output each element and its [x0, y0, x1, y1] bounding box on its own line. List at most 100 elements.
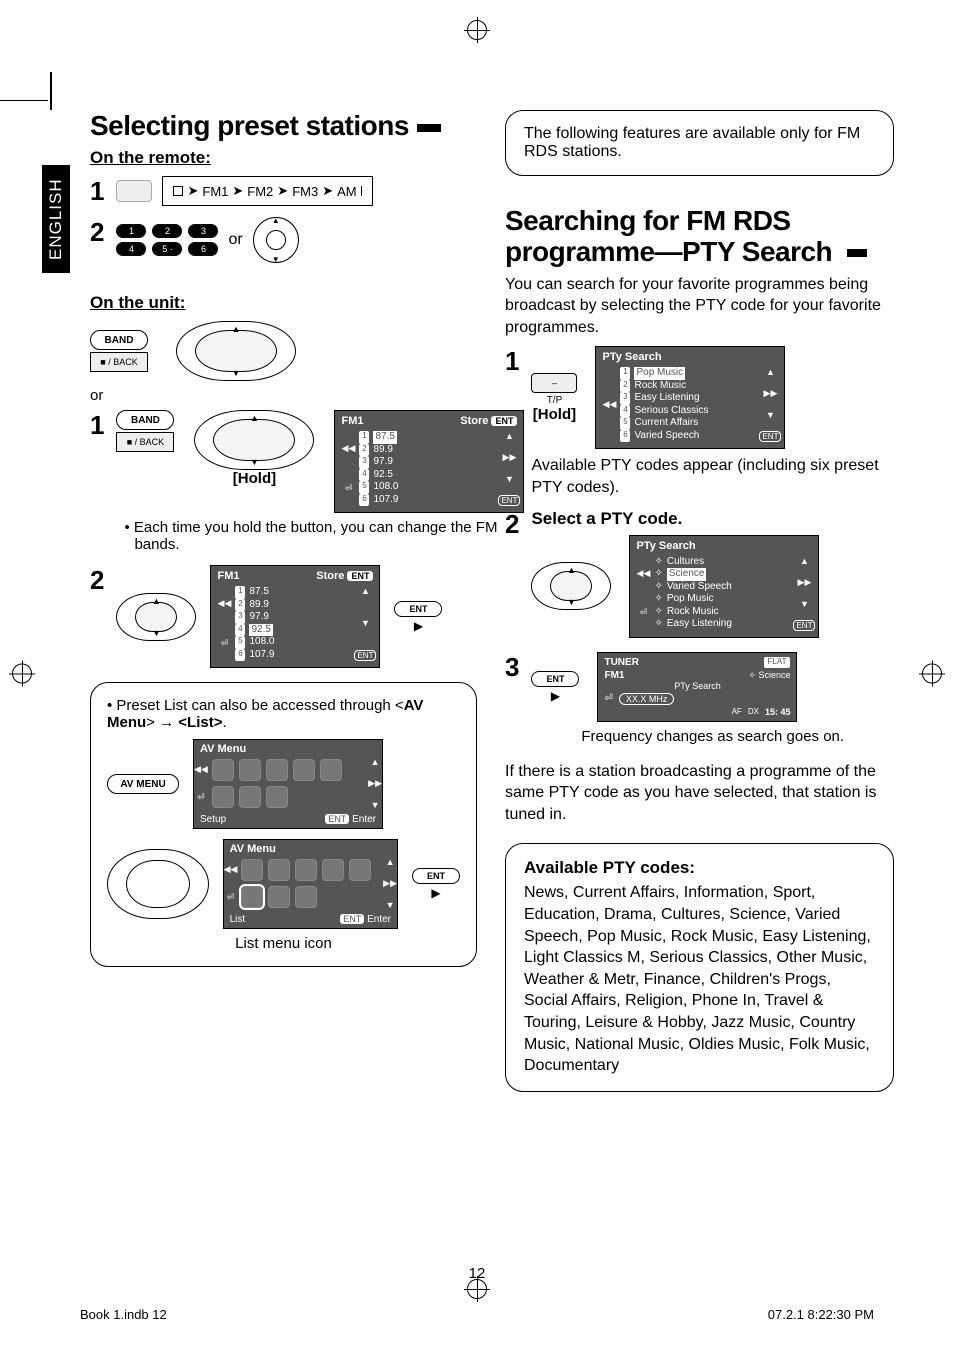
hold-label: [Hold] [194, 470, 314, 487]
af-tag: AF [732, 707, 742, 716]
band-label: FM3 [292, 184, 318, 199]
arrow-right-icon: ➤ [187, 183, 198, 199]
band-label: FM2 [247, 184, 273, 199]
ent-small: ENT [793, 620, 815, 631]
pty-code: Serious Classics [634, 405, 708, 418]
crop-mark-right-icon [922, 664, 942, 689]
pty-code: Science [667, 568, 707, 581]
band-button: BAND [90, 330, 148, 350]
pty-code: Pop Music [634, 367, 685, 380]
play-icon: ▶ [551, 689, 560, 703]
menu-icon [293, 759, 315, 781]
pty-box-title: Available PTY codes: [524, 858, 875, 878]
freq-item: 108.0 [373, 481, 398, 494]
corner-mark-h-icon [0, 100, 48, 101]
back-icon: ⏎ [345, 483, 353, 494]
jog-control-icon: ▲▼ [194, 410, 314, 470]
page-number: 12 [469, 1265, 486, 1282]
menu-icon [212, 759, 234, 781]
section-title: Searching for FM RDS programme—PTY Searc… [505, 206, 894, 268]
keypad-4: 4 [116, 242, 146, 256]
jog-control-icon [107, 849, 209, 919]
pty-code: Easy Listening [667, 618, 732, 631]
step2-title: Select a PTY code. [531, 509, 894, 529]
pty-code: Rock Music [634, 380, 686, 393]
step-number: 3 [505, 652, 519, 683]
menu-icon [322, 859, 344, 881]
list-menu-caption: List menu icon [107, 935, 460, 952]
tp-button: – [531, 373, 577, 393]
jog-control-icon: ▲▼ [116, 593, 196, 641]
av-menu-screen: AV Menu ◀◀⏎ ▲▶▶▼ SetupENT Enter [193, 739, 383, 829]
menu-icon-selected [241, 886, 263, 908]
step-number: 2 [90, 217, 104, 248]
step1-subtext: Available PTY codes appear (including si… [531, 455, 894, 498]
back-button: ■ / BACK [90, 352, 148, 372]
corner-mark-icon [50, 72, 52, 110]
freq-item: 108.0 [249, 636, 274, 649]
keypad-3: 3 [188, 224, 218, 238]
screen-title: FM1 [217, 570, 239, 582]
intro-text: You can search for your favorite program… [505, 274, 894, 339]
step-number: 2 [90, 565, 104, 596]
time-label: 15: 45 [765, 707, 791, 717]
step-number: 1 [505, 346, 519, 377]
crop-mark-bottom-icon [467, 1279, 487, 1304]
tp-label: T/P [531, 395, 577, 406]
setup-label: Setup [200, 814, 226, 825]
rds-info-box: The following features are available onl… [505, 110, 894, 176]
keypad-6: 6 [188, 242, 218, 256]
freq-item: 107.9 [373, 494, 398, 507]
ent-button: ENT [412, 868, 460, 884]
freq-item: 97.9 [249, 611, 268, 624]
hold-label: [Hold] [531, 406, 577, 423]
menu-icon [268, 859, 290, 881]
menu-icon [295, 859, 317, 881]
freq-item: 87.5 [373, 431, 396, 444]
crop-mark-top-icon [467, 20, 487, 45]
freq-item: 107.9 [249, 649, 274, 662]
pty-code: Varied Speech [667, 581, 732, 594]
crop-mark-left-icon [12, 664, 32, 689]
freq-item: 87.5 [249, 586, 268, 599]
menu-icon [349, 859, 371, 881]
enter-label: Enter [352, 814, 376, 825]
freq-item: 97.9 [373, 456, 392, 469]
menu-icon [212, 786, 234, 808]
freq-item: 89.9 [373, 444, 392, 457]
band-button: BAND [116, 410, 174, 430]
screen-store-label: Store [460, 415, 488, 427]
tuner-label: TUNER [604, 657, 638, 668]
or-text: or [90, 387, 477, 404]
pty-code: Easy Listening [634, 392, 699, 405]
pty-code: Rock Music [667, 606, 719, 619]
or-text: or [228, 231, 242, 249]
ent-button: ENT [531, 671, 579, 687]
footer-right: 07.2.1 8:22:30 PM [768, 1307, 874, 1322]
result-text: If there is a station broadcasting a pro… [505, 761, 894, 826]
jog-control-icon: ▲▼ [531, 562, 611, 610]
step-number: 2 [505, 509, 519, 540]
keypad-2: 2 [152, 224, 182, 238]
freq-item: 92.5 [249, 624, 272, 637]
keypad-5: 5 · [152, 242, 182, 256]
menu-icon [320, 759, 342, 781]
remote-band-button-icon [116, 180, 152, 202]
list-strong: <List> [178, 714, 222, 731]
preset-list-screen: FM1 Store ENT ◀◀⏎ 187.5 289.9 397.9 492.… [210, 565, 380, 668]
on-remote-heading: On the remote: [90, 148, 477, 168]
jog-control-icon: ▲▼ [176, 321, 296, 381]
menu-icon [268, 886, 290, 908]
preset-list-info-box: • Preset List can also be accessed throu… [90, 682, 477, 967]
box-note-text: Preset List can also be accessed through… [116, 697, 403, 714]
menu-icon [295, 886, 317, 908]
av-menu-button: AV MENU [107, 774, 179, 794]
enter-label: Enter [367, 914, 391, 925]
list-label: List [230, 914, 246, 925]
freq-item: 92.5 [373, 469, 392, 482]
ent-small: ENT [759, 431, 781, 442]
band-label: FM1 [202, 184, 228, 199]
av-menu-title: AV Menu [194, 740, 382, 755]
ent-small: ENT [354, 650, 376, 661]
menu-icon [239, 759, 261, 781]
